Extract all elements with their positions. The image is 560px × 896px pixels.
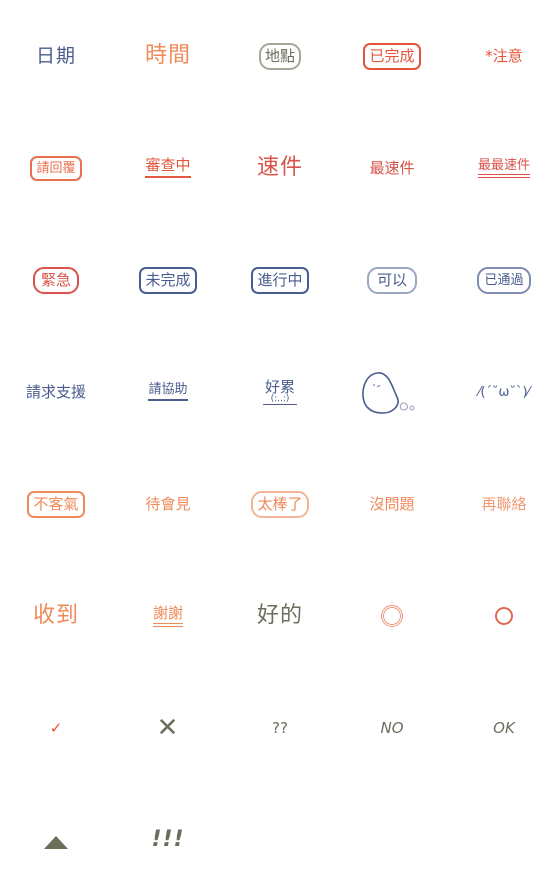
sticker-ok-can[interactable]: 可以 (336, 224, 448, 336)
sticker-label: 已完成 (363, 42, 421, 70)
empty-cell (448, 784, 560, 896)
sticker-label: 請回覆 (30, 155, 82, 181)
sticker-under-review[interactable]: 審查中 (112, 112, 224, 224)
sticker-triangle[interactable] (0, 784, 112, 896)
sticker-label: 好的 (256, 603, 303, 628)
sticker-awesome[interactable]: 太棒了 (224, 448, 336, 560)
sticker-blob[interactable] (336, 336, 448, 448)
sticker-label: 太棒了 (251, 490, 309, 518)
empty-cell (336, 784, 448, 896)
sticker-kaomoji[interactable]: ⁄(´˘ω˘`)⁄ (448, 336, 560, 448)
sticker-question[interactable]: ?? (224, 672, 336, 784)
sticker-please-reply[interactable]: 請回覆 (0, 112, 112, 224)
sticker-label: 已通過 (477, 266, 531, 294)
sticker-time[interactable]: 時間 (112, 0, 224, 112)
sticker-label: 緊急 (32, 266, 79, 294)
sticker-label: 再聯絡 (481, 494, 527, 513)
sticker-label: 請求支援 (25, 382, 86, 401)
sticker-label: 日期 (35, 44, 76, 67)
sticker-label: 地點 (258, 42, 301, 70)
sticker-label: ⁄(´˘ω˘`)⁄ (478, 384, 530, 400)
double-circle-icon (381, 605, 403, 627)
sticker-urgent-doc[interactable]: 速件 (224, 112, 336, 224)
sticker-attention[interactable]: *注意 (448, 0, 560, 112)
sticker-label: 不客氣 (27, 490, 85, 518)
sticker-exclamation[interactable]: !!! (112, 784, 224, 896)
sticker-label: 沒問題 (369, 494, 415, 513)
sticker-double-circle[interactable] (336, 560, 448, 672)
sticker-label: 最最速件 (477, 159, 530, 178)
sticker-okay[interactable]: 好的 (224, 560, 336, 672)
sticker-place[interactable]: 地點 (224, 0, 336, 112)
sticker-label: NO (380, 718, 404, 737)
sticker-cross[interactable]: ✕ (112, 672, 224, 784)
sticker-no[interactable]: NO (336, 672, 448, 784)
sticker-label: 最速件 (369, 158, 415, 177)
check-icon: ✓ (49, 718, 63, 737)
sticker-label: 收到 (32, 603, 79, 628)
sticker-circle[interactable] (448, 560, 560, 672)
ghost-blob-icon (362, 372, 415, 414)
sticker-approved[interactable]: 已通過 (448, 224, 560, 336)
sticker-label: 進行中 (251, 266, 309, 294)
sticker-see-you-later[interactable]: 待會見 (112, 448, 224, 560)
sticker-label: ?? (272, 718, 288, 737)
sticker-label: 可以 (366, 266, 417, 294)
sticker-most-urgent-doc[interactable]: 最速件 (336, 112, 448, 224)
sticker-label: 速件 (256, 155, 303, 180)
sticker-label: 請協助 (148, 383, 188, 401)
empty-cell (224, 784, 336, 896)
triangle-icon (44, 835, 68, 849)
sticker-label: 時間 (144, 43, 191, 68)
circle-icon (495, 607, 513, 625)
sticker-label: OK (493, 718, 515, 737)
sticker-label: 未完成 (139, 266, 197, 294)
sticker-label: *注意 (485, 46, 523, 65)
sticker-incomplete[interactable]: 未完成 (112, 224, 224, 336)
sticker-please-assist[interactable]: 請協助 (112, 336, 224, 448)
sticker-label: 審查中 (145, 158, 191, 178)
sticker-youre-welcome[interactable]: 不客氣 (0, 448, 112, 560)
sticker-received[interactable]: 收到 (0, 560, 112, 672)
sticker-check[interactable]: ✓ (0, 672, 112, 784)
sticker-keep-in-touch[interactable]: 再聯絡 (448, 448, 560, 560)
sticker-label: !!! (151, 827, 185, 852)
cross-icon: ✕ (156, 713, 180, 743)
sticker-no-problem[interactable]: 沒問題 (336, 448, 448, 560)
sticker-grid: 日期 時間 地點 已完成 *注意 請回覆 審查中 速件 最速件 最最速件 緊急 … (0, 0, 560, 896)
sticker-so-tired[interactable]: 好累 (:..:) (224, 336, 336, 448)
sticker-in-progress[interactable]: 進行中 (224, 224, 336, 336)
sticker-sublabel: (:..:) (262, 394, 298, 405)
sticker-ok[interactable]: OK (448, 672, 560, 784)
sticker-date[interactable]: 日期 (0, 0, 112, 112)
sticker-very-most-urgent-doc[interactable]: 最最速件 (448, 112, 560, 224)
sticker-label: 好累 (264, 377, 295, 396)
sticker-emergency[interactable]: 緊急 (0, 224, 112, 336)
sticker-thanks[interactable]: 謝謝 (112, 560, 224, 672)
sticker-request-support[interactable]: 請求支援 (0, 336, 112, 448)
sticker-label: 待會見 (145, 494, 191, 513)
sticker-done[interactable]: 已完成 (336, 0, 448, 112)
sticker-label: 謝謝 (152, 605, 183, 627)
